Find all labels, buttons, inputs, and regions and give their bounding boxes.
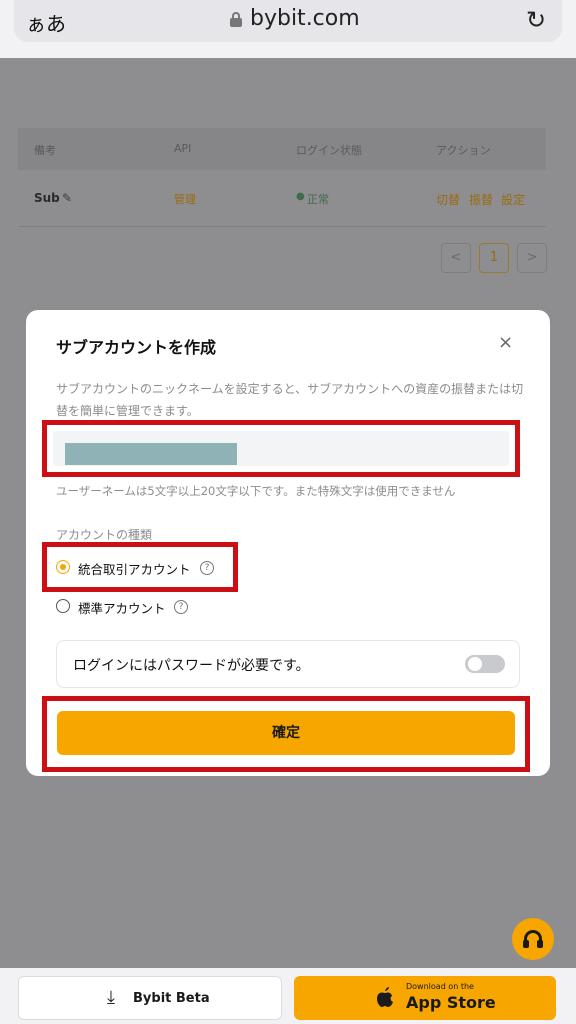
action-switch-link[interactable]: 切替: [436, 191, 460, 208]
column-header-actions: アクション: [436, 144, 491, 157]
lock-icon: [230, 12, 242, 27]
row-divider: [18, 226, 546, 227]
browser-toolbar: ぁあ bybit.com ↻: [0, 0, 576, 58]
username-input[interactable]: [53, 431, 509, 466]
store-small-label: Download on the: [406, 982, 474, 991]
domain-text[interactable]: bybit.com: [250, 6, 360, 31]
option-label-unified-account[interactable]: 統合取引アカウント: [78, 559, 191, 578]
radio-unified-account[interactable]: [56, 560, 70, 574]
password-toggle[interactable]: [465, 655, 505, 673]
highlight-box-username: [42, 420, 520, 477]
pagination-next-button[interactable]: >: [517, 243, 547, 273]
bybit-beta-button[interactable]: ⤓ Bybit Beta: [18, 976, 282, 1020]
apple-icon: [377, 987, 393, 1007]
store-big-label: App Store: [406, 993, 496, 1012]
pagination-page-button[interactable]: 1: [479, 243, 509, 273]
pagination-prev-button[interactable]: <: [441, 243, 471, 273]
dialog-title: サブアカウントを作成: [56, 338, 217, 357]
edit-icon[interactable]: ✎: [62, 191, 72, 205]
action-settings-link[interactable]: 設定: [501, 191, 525, 208]
redacted-username-text: [65, 443, 237, 465]
cloud-download-icon: ⤓: [107, 987, 115, 1008]
support-button[interactable]: [512, 918, 554, 960]
confirm-button[interactable]: 確定: [57, 711, 515, 755]
column-header-api: API: [174, 142, 192, 155]
column-header-login-status: ログイン状態: [296, 144, 362, 157]
highlight-box-confirm: 確定: [42, 696, 530, 772]
app-download-bar: ⤓ Bybit Beta Download on the App Store: [0, 968, 576, 1024]
address-bar[interactable]: ぁあ bybit.com ↻: [14, 0, 562, 42]
status-dot-icon: ●: [296, 191, 305, 202]
account-type-label: アカウントの種類: [56, 528, 153, 542]
app-store-button[interactable]: Download on the App Store: [294, 976, 556, 1020]
dialog-description: サブアカウントのニックネームを設定すると、サブアカウントへの資産の振替または切替…: [56, 382, 524, 418]
column-header-note: 備考: [34, 144, 56, 157]
toggle-knob: [468, 657, 482, 671]
close-icon[interactable]: ×: [498, 332, 513, 353]
login-status-text: 正常: [307, 193, 329, 206]
reload-icon[interactable]: ↻: [526, 6, 546, 34]
bybit-beta-label: Bybit Beta: [133, 991, 210, 1006]
api-manage-link[interactable]: 管理: [174, 191, 196, 207]
option-label-standard-account[interactable]: 標準アカウント: [78, 598, 166, 617]
action-transfer-link[interactable]: 振替: [469, 191, 493, 208]
username-hint: ユーザーネームは5文字以上20文字以下です。また特殊文字は使用できません: [56, 484, 456, 498]
subaccount-name: Sub: [34, 191, 60, 205]
help-icon-unified[interactable]: ?: [200, 561, 214, 575]
create-subaccount-dialog: サブアカウントを作成 × サブアカウントのニックネームを設定すると、サブアカウン…: [26, 310, 550, 776]
text-size-button[interactable]: ぁあ: [26, 8, 66, 37]
help-icon-standard[interactable]: ?: [174, 600, 188, 614]
radio-standard-account[interactable]: [56, 599, 70, 613]
password-requirement-row: ログインにはパスワードが必要です。: [56, 640, 520, 688]
password-requirement-label: ログインにはパスワードが必要です。: [73, 658, 310, 674]
